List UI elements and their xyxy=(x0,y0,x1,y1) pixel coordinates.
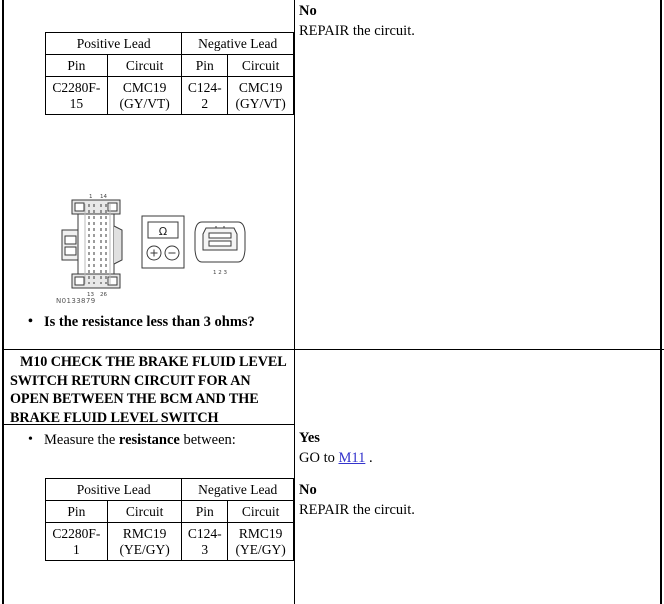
cell-positive-pin: C2280F- 15 xyxy=(45,76,108,115)
instruction-measure-resistance: • Measure the resistance between: xyxy=(28,431,290,449)
column-header-negative-circuit: Circuit xyxy=(227,54,294,77)
heading-line-3: OPEN BETWEEN THE BCM AND THE xyxy=(10,391,259,408)
right-connector-pin-labels: 1 2 3 xyxy=(213,270,227,276)
value-line-2: 15 xyxy=(69,95,84,111)
procedure-right-column: No REPAIR the circuit. Yes GO to M11 . N… xyxy=(295,0,660,604)
step-row-divider xyxy=(4,349,664,350)
question-resistance: • Is the resistance less than 3 ohms? xyxy=(28,313,290,331)
procedure-left-column: Positive Lead Negative Lead Pin Circuit … xyxy=(4,0,295,604)
value-line-2: (YE/GY) xyxy=(119,541,170,557)
column-header-negative-circuit: Circuit xyxy=(227,500,294,523)
answer-label-no: No xyxy=(299,3,317,19)
answer-block-yes-m10: Yes GO to M11 . xyxy=(299,429,629,468)
instruction-emphasis: resistance xyxy=(118,432,180,448)
value-line-2: 2 xyxy=(201,95,209,111)
group-header-negative-lead: Negative Lead xyxy=(181,478,294,501)
column-header-negative-pin: Pin xyxy=(181,500,229,523)
procedure-grid: Positive Lead Negative Lead Pin Circuit … xyxy=(4,0,664,604)
answer-block-no-m10: No REPAIR the circuit. xyxy=(299,481,629,520)
svg-text:26: 26 xyxy=(100,292,107,298)
value-line-1: CMC19 xyxy=(122,79,167,95)
heading-row-divider xyxy=(4,424,295,425)
svg-text:14: 14 xyxy=(100,194,107,200)
link-m11[interactable]: M11 xyxy=(338,450,365,466)
table-row: Positive Lead Negative Lead xyxy=(44,32,294,55)
answer-label-no: No xyxy=(299,482,317,498)
table-row: Pin Circuit Pin Circuit xyxy=(45,500,294,523)
heading-line-2: SWITCH RETURN CIRCUIT FOR AN xyxy=(10,372,251,389)
goto-suffix: . xyxy=(365,449,373,466)
instruction-suffix: between: xyxy=(179,432,236,448)
table-row: C2280F- 15 CMC19 (GY/VT) C124- 2 CMC19 (… xyxy=(45,76,294,115)
value-line-1: C124- xyxy=(187,525,222,541)
value-line-1: C2280F- xyxy=(52,525,101,541)
group-header-negative-lead: Negative Lead xyxy=(181,32,294,55)
instruction-text: Measure the resistance between: xyxy=(44,431,290,449)
cell-positive-circuit: CMC19 (GY/VT) xyxy=(106,76,183,115)
value-line-1: CMC19 xyxy=(238,79,283,95)
bullet-icon: • xyxy=(28,432,33,447)
goto-prefix: GO to xyxy=(299,449,339,466)
left-connector-top-pin-labels: 1 xyxy=(89,194,93,200)
page-frame: Positive Lead Negative Lead Pin Circuit … xyxy=(2,0,664,604)
connector-meter-diagram: Ω 1 14 13 26 1 2 3 xyxy=(56,186,256,306)
step-m10-heading: M10 CHECK THE BRAKE FLUID LEVEL SWITCH R… xyxy=(10,353,294,428)
cell-negative-circuit: RMC19 (YE/GY) xyxy=(227,522,294,561)
table-row: Positive Lead Negative Lead xyxy=(44,478,294,501)
cell-negative-circuit: CMC19 (GY/VT) xyxy=(227,76,294,115)
value-line-2: 1 xyxy=(73,541,80,557)
answer-action-repair: REPAIR the circuit. xyxy=(299,501,415,518)
value-line-2: (GY/VT) xyxy=(235,95,286,111)
column-header-positive-pin: Pin xyxy=(45,54,108,77)
bullet-icon: • xyxy=(28,314,33,329)
cell-negative-pin: C124- 2 xyxy=(181,76,229,115)
column-header-positive-circuit: Circuit xyxy=(106,500,183,523)
cell-positive-circuit: RMC19 (YE/GY) xyxy=(106,522,183,561)
value-line-2: (YE/GY) xyxy=(235,541,286,557)
answer-label-yes: Yes xyxy=(299,430,320,446)
answer-action-repair: REPAIR the circuit. xyxy=(299,22,415,39)
column-header-negative-pin: Pin xyxy=(181,54,229,77)
value-line-1: RMC19 xyxy=(122,525,167,541)
column-header-positive-pin: Pin xyxy=(45,500,108,523)
group-header-positive-lead: Positive Lead xyxy=(44,478,183,501)
value-line-1: C124- xyxy=(187,79,222,95)
pin-table-cmc19: Positive Lead Negative Lead Pin Circuit … xyxy=(44,32,294,115)
table-row: Pin Circuit Pin Circuit xyxy=(45,54,294,77)
cell-positive-pin: C2280F- 1 xyxy=(45,522,108,561)
heading-line-4: BRAKE FLUID LEVEL SWITCH xyxy=(10,410,219,427)
group-header-positive-lead: Positive Lead xyxy=(44,32,183,55)
value-line-1: C2280F- xyxy=(52,79,101,95)
left-connector-26-pin xyxy=(61,199,123,289)
figure-id-label: N0133879 xyxy=(56,297,96,305)
heading-line-1: M10 CHECK THE BRAKE FLUID LEVEL xyxy=(20,354,287,370)
question-text: Is the resistance less than 3 ohms? xyxy=(44,314,255,330)
value-line-2: 3 xyxy=(201,541,209,557)
ohm-symbol-icon: Ω xyxy=(159,225,167,238)
cell-negative-pin: C124- 3 xyxy=(181,522,229,561)
answer-block-no-previous: No REPAIR the circuit. xyxy=(299,2,629,41)
value-line-1: RMC19 xyxy=(238,525,283,541)
column-header-positive-circuit: Circuit xyxy=(106,54,183,77)
answer-action-goto: GO to M11 . xyxy=(299,449,629,469)
right-connector-3-pin xyxy=(194,221,246,263)
instruction-prefix: Measure the xyxy=(44,432,119,448)
pin-table-rmc19: Positive Lead Negative Lead Pin Circuit … xyxy=(44,478,294,561)
multimeter xyxy=(141,215,185,269)
table-row: C2280F- 1 RMC19 (YE/GY) C124- 3 RMC19 (Y… xyxy=(45,522,294,561)
value-line-2: (GY/VT) xyxy=(119,95,170,111)
